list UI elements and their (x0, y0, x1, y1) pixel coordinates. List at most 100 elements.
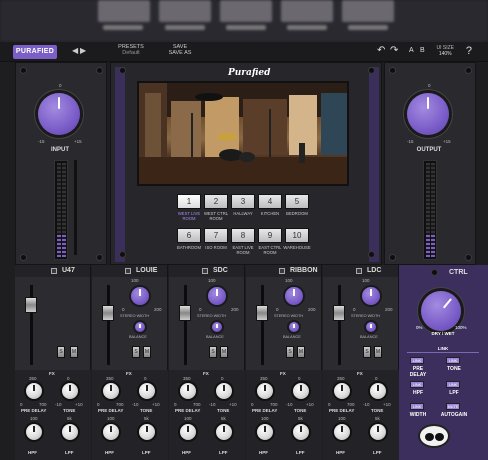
ui-size-control[interactable]: UI SIZE 140% (436, 45, 454, 57)
room-button-2[interactable]: 2 (204, 194, 228, 209)
hpf-knob[interactable] (101, 422, 121, 442)
channel-fader[interactable] (102, 305, 114, 321)
stereo-width-knob[interactable] (129, 285, 151, 307)
room-button-7[interactable]: 7 (204, 228, 228, 243)
next-preset-icon[interactable]: ▶ (80, 46, 86, 55)
room-button-9[interactable]: 9 (258, 228, 282, 243)
hpf-knob[interactable] (255, 422, 275, 442)
pre-delay-knob[interactable] (101, 381, 121, 401)
link-pre-delay-button[interactable]: LINK (410, 357, 424, 364)
room-button-4[interactable]: 4 (258, 194, 282, 209)
b-button[interactable]: B (420, 47, 425, 54)
channel-fader[interactable] (179, 305, 191, 321)
brand-logo[interactable]: PURAFIED (13, 45, 57, 59)
channel-fader[interactable] (256, 305, 268, 321)
input-max-label: +15 (74, 139, 82, 144)
pre-delay-knob[interactable] (24, 381, 44, 401)
mix-min-label: 0% (416, 325, 423, 330)
tone-knob[interactable] (137, 381, 157, 401)
a-button[interactable]: A (409, 47, 414, 54)
mute-button[interactable]: M (374, 346, 382, 358)
pre-delay-knob[interactable] (255, 381, 275, 401)
solo-button[interactable]: S (286, 346, 294, 358)
room-button-8[interactable]: 8 (231, 228, 255, 243)
prev-preset-icon[interactable]: ◀ (72, 46, 78, 55)
ui-size-value: 140% (438, 51, 452, 57)
presets-menu[interactable]: PRESETS Default (118, 44, 144, 56)
mute-button[interactable]: M (220, 346, 228, 358)
lpf-knob[interactable] (368, 422, 388, 442)
output-panel: 0 -15 +15 OUTPUT (384, 62, 476, 265)
strip-enable-checkbox[interactable] (279, 268, 285, 274)
width-top-label: 100 (362, 278, 370, 283)
mute-button[interactable]: M (70, 346, 78, 358)
tone-knob[interactable] (60, 381, 80, 401)
solo-button[interactable]: S (363, 346, 371, 358)
undo-icon[interactable]: ↶ (377, 46, 385, 56)
link-autogain-button[interactable]: MUTE (446, 403, 460, 410)
lpf-knob[interactable] (291, 422, 311, 442)
link-lpf-button[interactable]: LINK (446, 381, 460, 388)
room-button-3[interactable]: 3 (231, 194, 255, 209)
mute-button[interactable]: M (297, 346, 305, 358)
strip-ldc: LDC 100 0 200 STEREO WIDTH BALANCE S M FX 350 0 0 70… (323, 265, 399, 460)
stereo-width-knob[interactable] (360, 285, 382, 307)
blurred-label (226, 25, 266, 30)
pre-delay-max: 700 (270, 402, 278, 407)
pre-delay-knob[interactable] (332, 381, 352, 401)
balance-knob[interactable] (133, 320, 147, 334)
link-hpf-button[interactable]: LINK (410, 381, 424, 388)
output-gain-knob[interactable] (407, 93, 449, 135)
mute-button[interactable]: M (143, 346, 151, 358)
lpf-knob[interactable] (60, 422, 80, 442)
balance-knob[interactable] (210, 320, 224, 334)
stereo-width-knob[interactable] (283, 285, 305, 307)
channel-fader[interactable] (25, 297, 37, 313)
channel-fader[interactable] (333, 305, 345, 321)
hpf-knob[interactable] (332, 422, 352, 442)
blurred-label (287, 25, 327, 30)
lpf-label: LPF (296, 450, 305, 455)
hpf-label: HPF (105, 450, 114, 455)
tone-knob[interactable] (291, 381, 311, 401)
balance-knob[interactable] (287, 320, 301, 334)
pre-delay-knob[interactable] (178, 381, 198, 401)
solo-button[interactable]: S (57, 346, 65, 358)
tone-knob[interactable] (214, 381, 234, 401)
room-button-1[interactable]: 1 (177, 194, 201, 209)
lpf-knob[interactable] (214, 422, 234, 442)
tone-max: +10 (306, 402, 314, 407)
save-as-button[interactable]: SAVE AS (168, 50, 192, 56)
hpf-label: HPF (259, 450, 268, 455)
room-button-10[interactable]: 10 (285, 228, 309, 243)
redo-icon[interactable]: ↷ (390, 46, 398, 56)
strip-enable-checkbox[interactable] (356, 268, 362, 274)
strip-u47: U47 S M FX 350 0 0 700 -10 +10 PRE DELAY TONE 100 5k H… (15, 265, 91, 460)
solo-button[interactable]: S (132, 346, 140, 358)
room-button-6[interactable]: 6 (177, 228, 201, 243)
tone-min: -10 (286, 402, 293, 407)
solo-button[interactable]: S (209, 346, 217, 358)
link-tone-button[interactable]: LINK (446, 357, 460, 364)
input-gain-knob[interactable] (38, 93, 80, 135)
balance-label: BALANCE (206, 335, 224, 339)
hpf-knob[interactable] (24, 422, 44, 442)
tone-knob[interactable] (368, 381, 388, 401)
room-button-5[interactable]: 5 (285, 194, 309, 209)
stereo-width-knob[interactable] (206, 285, 228, 307)
hpf-knob[interactable] (178, 422, 198, 442)
pre-delay-label: PRE DELAY (329, 408, 355, 413)
hpf-top: 100 (107, 416, 115, 421)
lpf-knob[interactable] (137, 422, 157, 442)
balance-knob[interactable] (364, 320, 378, 334)
strip-enable-checkbox[interactable] (202, 268, 208, 274)
autogain-link-label: AUTOGAIN (440, 412, 468, 418)
stereo-width-label: STEREO WIDTH (351, 314, 381, 318)
strip-enable-checkbox[interactable] (51, 268, 57, 274)
lpf-label: LPF (142, 450, 151, 455)
fader-track (107, 285, 110, 365)
strip-enable-checkbox[interactable] (125, 268, 131, 274)
plugin-window: PURAFIED ◀ ▶ PRESETS Default SAVE SAVE A… (0, 0, 488, 460)
help-button[interactable]: ? (466, 45, 472, 57)
link-width-button[interactable]: LINK (410, 403, 424, 410)
